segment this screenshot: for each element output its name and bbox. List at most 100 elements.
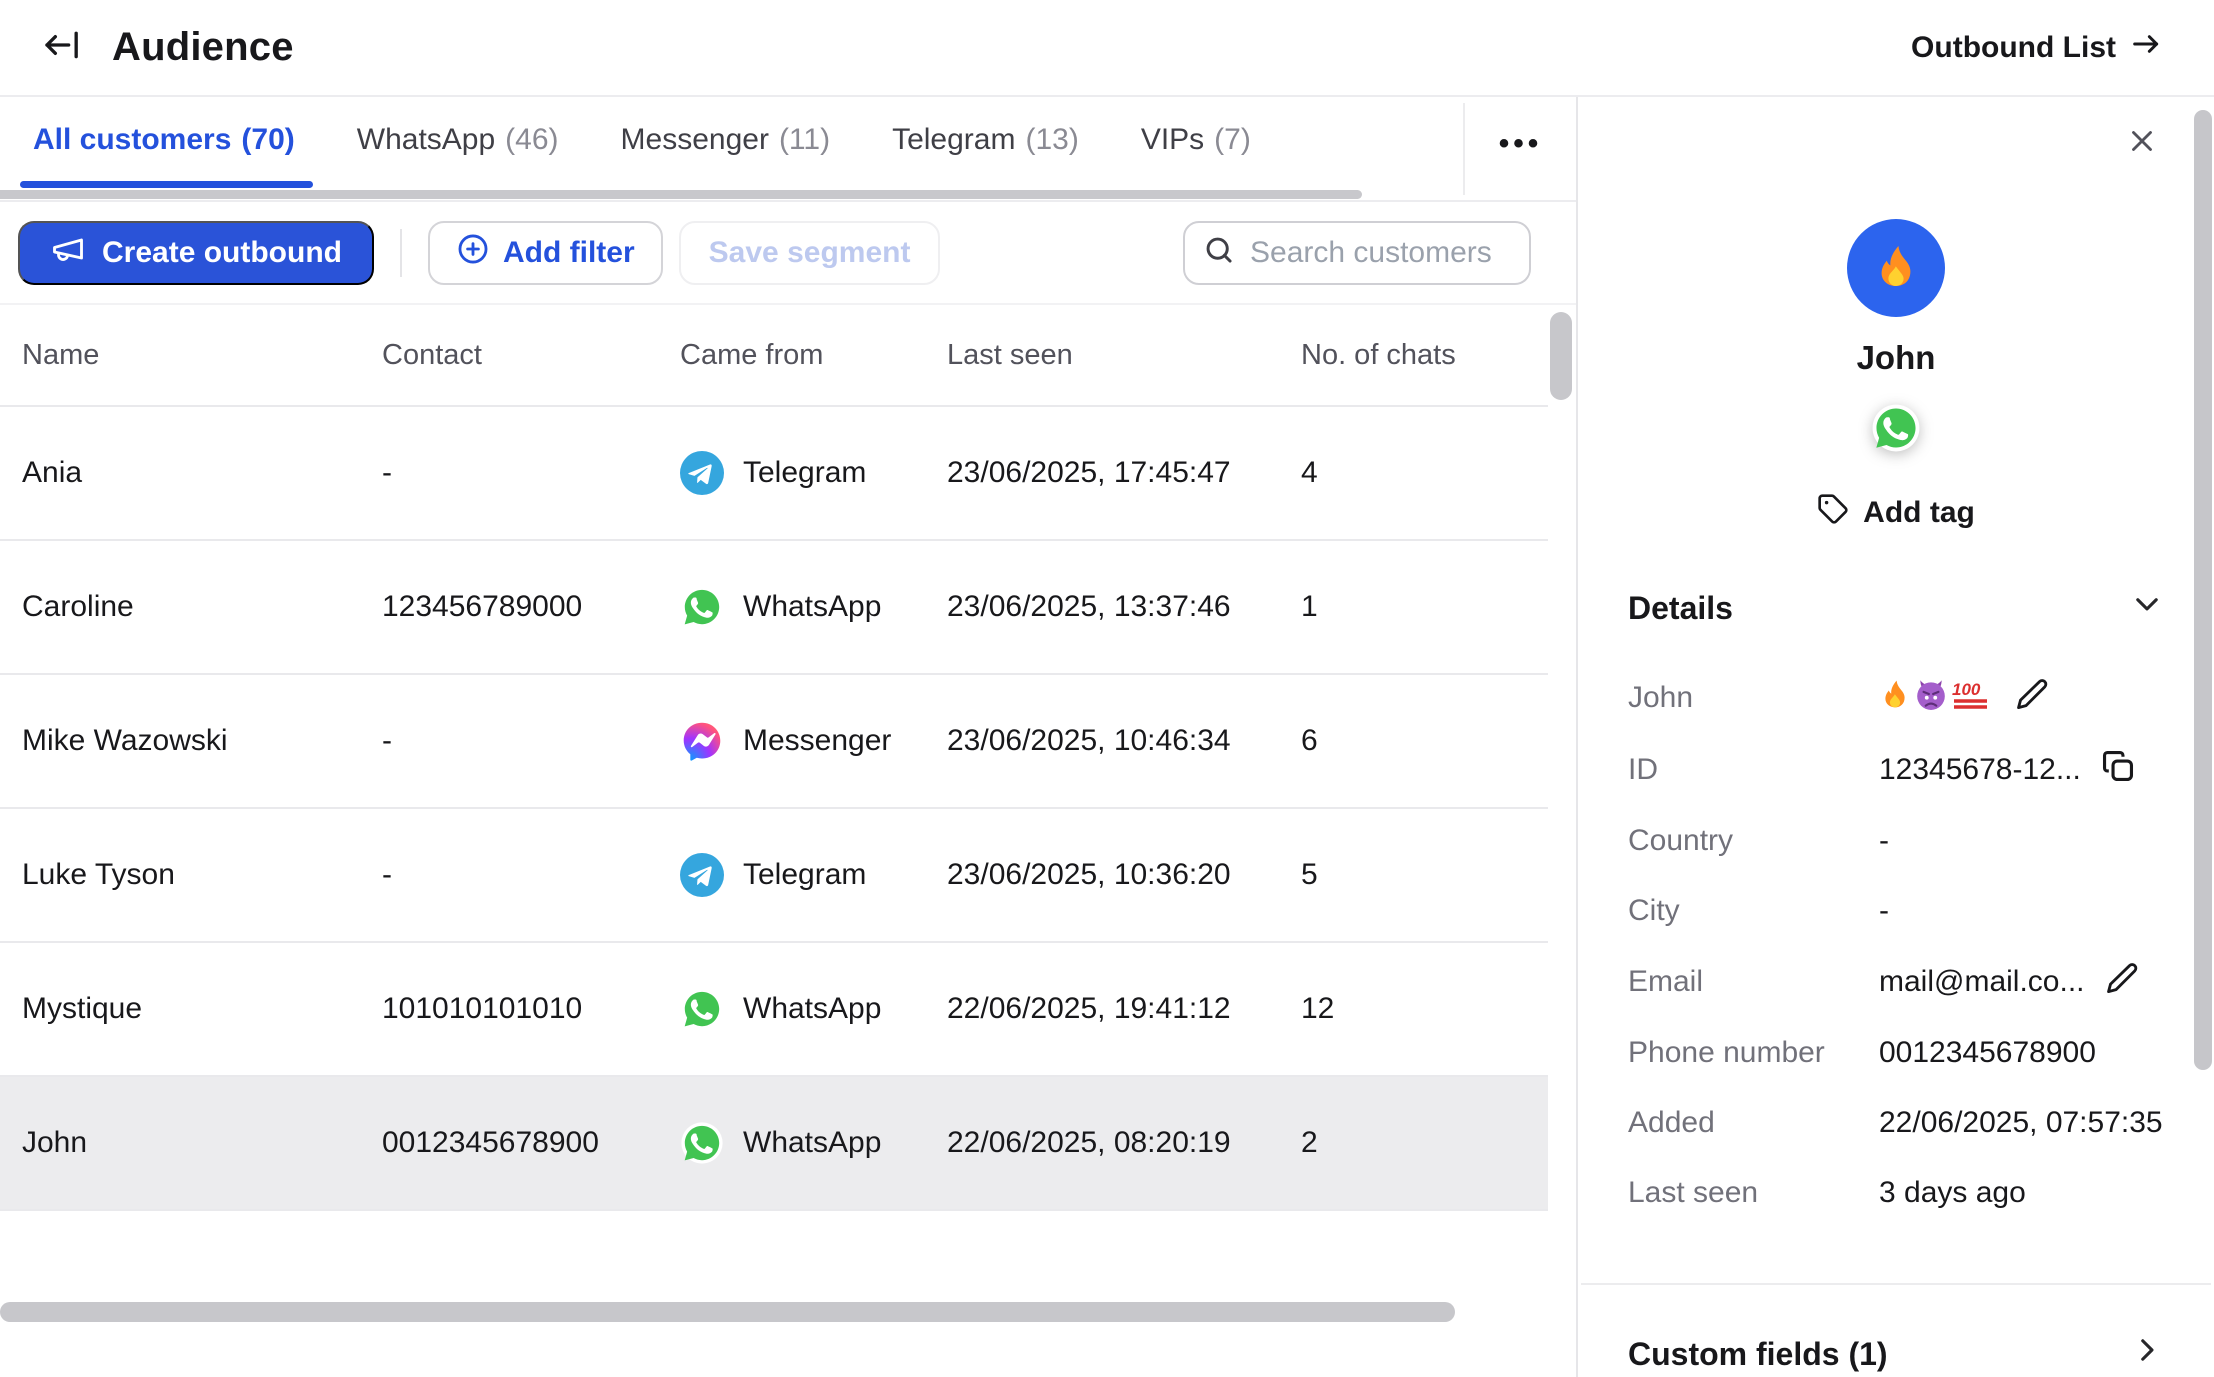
cell-contact: - xyxy=(382,858,680,892)
channel-label: WhatsApp xyxy=(743,1126,881,1160)
add-filter-button[interactable]: Add filter xyxy=(428,221,663,285)
tab-messenger[interactable]: Messenger (11) xyxy=(621,123,831,157)
tab-count: (13) xyxy=(1025,123,1078,157)
details-section-header[interactable]: Details xyxy=(1628,587,2164,629)
page-header: Audience Outbound List xyxy=(0,0,2214,97)
audience-app: Audience Outbound List All customers (70… xyxy=(0,0,2214,1377)
table-row[interactable]: Luke Tyson - Telegram 23/06/2025, 10:36:… xyxy=(0,809,1548,943)
cell-chats: 5 xyxy=(1301,858,1548,892)
tab-count: (7) xyxy=(1214,123,1251,157)
search-icon xyxy=(1203,234,1235,271)
detail-label: Added xyxy=(1628,1106,1879,1140)
back-button[interactable] xyxy=(40,26,84,70)
toolbar-divider xyxy=(400,229,402,277)
save-segment-label: Save segment xyxy=(709,236,911,270)
tab-all-customers[interactable]: All customers (70) xyxy=(33,123,295,157)
plus-circle-icon xyxy=(456,232,490,274)
detail-row: Country - xyxy=(1628,821,2164,861)
fire-emoji-icon xyxy=(1879,678,1911,718)
detail-row: Added 22/06/2025, 07:57:35 xyxy=(1628,1103,2164,1143)
page-title: Audience xyxy=(112,25,294,70)
table-row[interactable]: Mike Wazowski - Messenger 23/06/2025, 10… xyxy=(0,675,1548,809)
toolbar: Create outbound Add filter Save segment xyxy=(0,202,1576,305)
edit-name-button[interactable] xyxy=(2015,677,2049,719)
table-horizontal-scrollbar[interactable] xyxy=(0,1302,1455,1322)
create-outbound-button[interactable]: Create outbound xyxy=(18,221,374,285)
tab-label: Telegram xyxy=(892,123,1015,157)
tab-count: (70) xyxy=(241,123,294,157)
cell-chats: 4 xyxy=(1301,456,1548,490)
table-row[interactable]: Ania - Telegram 23/06/2025, 17:45:47 4 xyxy=(0,407,1548,541)
cell-chats: 6 xyxy=(1301,724,1548,758)
custom-fields-title: Custom fields (1) xyxy=(1628,1336,1888,1373)
detail-value: mail@mail.co... xyxy=(1879,965,2085,999)
cell-name: Mike Wazowski xyxy=(22,724,382,758)
cell-last-seen: 23/06/2025, 10:36:20 xyxy=(947,858,1301,892)
save-segment-button[interactable]: Save segment xyxy=(679,221,941,285)
cell-chats: 2 xyxy=(1301,1126,1548,1160)
arrow-right-icon xyxy=(2130,28,2162,68)
cell-name: Ania xyxy=(22,456,382,490)
customers-table: Name Contact Came from Last seen No. of … xyxy=(0,305,1548,1211)
tabs-horizontal-scrollbar[interactable] xyxy=(0,190,1362,199)
cell-name: Luke Tyson xyxy=(22,858,382,892)
channel-label: Messenger xyxy=(743,724,891,758)
table-row[interactable]: Caroline 123456789000 WhatsApp 23/06/202… xyxy=(0,541,1548,675)
table-header-row: Name Contact Came from Last seen No. of … xyxy=(0,305,1548,407)
imp-emoji-icon xyxy=(1914,677,1948,719)
detail-row: Email mail@mail.co... xyxy=(1628,961,2164,1003)
search-customers-box xyxy=(1183,221,1531,285)
cell-contact: 101010101010 xyxy=(382,992,680,1026)
detail-label: Last seen xyxy=(1628,1176,1879,1210)
customer-channel-badge xyxy=(1871,403,1921,453)
close-panel-button[interactable] xyxy=(2122,123,2162,163)
more-tabs-button[interactable]: ••• xyxy=(1463,103,1576,195)
detail-row: Phone number 0012345678900 xyxy=(1628,1033,2164,1073)
column-header-last-seen: Last seen xyxy=(947,339,1301,372)
copy-id-button[interactable] xyxy=(2101,749,2135,791)
tab-whatsapp[interactable]: WhatsApp (46) xyxy=(357,123,559,157)
tab-label: VIPs xyxy=(1141,123,1204,157)
panel-vertical-scrollbar[interactable] xyxy=(2194,110,2212,1070)
svg-text:100: 100 xyxy=(1952,680,1981,699)
custom-fields-header[interactable]: Custom fields (1) xyxy=(1628,1333,2164,1375)
edit-email-button[interactable] xyxy=(2105,961,2139,1003)
tab-count: (11) xyxy=(779,123,830,157)
tab-vips[interactable]: VIPs (7) xyxy=(1141,123,1251,157)
megaphone-icon xyxy=(50,231,86,275)
cell-last-seen: 22/06/2025, 08:20:19 xyxy=(947,1126,1301,1160)
close-icon xyxy=(2125,124,2159,163)
table-vertical-scrollbar[interactable] xyxy=(1550,312,1572,400)
hundred-emoji-icon: 100 xyxy=(1951,678,1995,718)
channel-label: WhatsApp xyxy=(743,992,881,1026)
search-customers-input[interactable] xyxy=(1250,236,1511,270)
cell-contact: 123456789000 xyxy=(382,590,680,624)
customer-detail-panel: 🔥 John Add tag Details John xyxy=(1578,97,2214,1377)
messenger-icon xyxy=(680,719,724,763)
add-tag-label: Add tag xyxy=(1863,496,1975,530)
cell-chats: 12 xyxy=(1301,992,1548,1026)
detail-label: City xyxy=(1628,894,1879,928)
details-list: John 🔥👿💯 100 ID 12345678-12... xyxy=(1628,677,2164,1213)
table-row[interactable]: Mystique 101010101010 WhatsApp 22/06/202… xyxy=(0,943,1548,1077)
column-header-name: Name xyxy=(22,339,382,372)
outbound-list-link[interactable]: Outbound List xyxy=(1911,28,2162,68)
table-row[interactable]: John 0012345678900 WhatsApp 22/06/2025, … xyxy=(0,1077,1548,1211)
whatsapp-icon xyxy=(680,585,724,629)
cell-last-seen: 23/06/2025, 13:37:46 xyxy=(947,590,1301,624)
pencil-icon xyxy=(2105,961,2139,1003)
add-tag-button[interactable]: Add tag xyxy=(1817,493,1975,533)
channel-label: WhatsApp xyxy=(743,590,881,624)
tab-telegram[interactable]: Telegram (13) xyxy=(892,123,1079,157)
customer-avatar: 🔥 xyxy=(1847,219,1945,317)
copy-icon xyxy=(2101,749,2135,791)
detail-value-emojis: 🔥👿💯 100 xyxy=(1879,677,1995,719)
pencil-icon xyxy=(2015,677,2049,719)
whatsapp-icon xyxy=(680,987,724,1031)
details-title: Details xyxy=(1628,590,1733,627)
tab-label: All customers xyxy=(33,123,231,157)
cell-last-seen: 23/06/2025, 10:46:34 xyxy=(947,724,1301,758)
cell-contact: 0012345678900 xyxy=(382,1126,680,1160)
detail-label: John xyxy=(1628,681,1879,715)
add-filter-label: Add filter xyxy=(503,236,635,270)
